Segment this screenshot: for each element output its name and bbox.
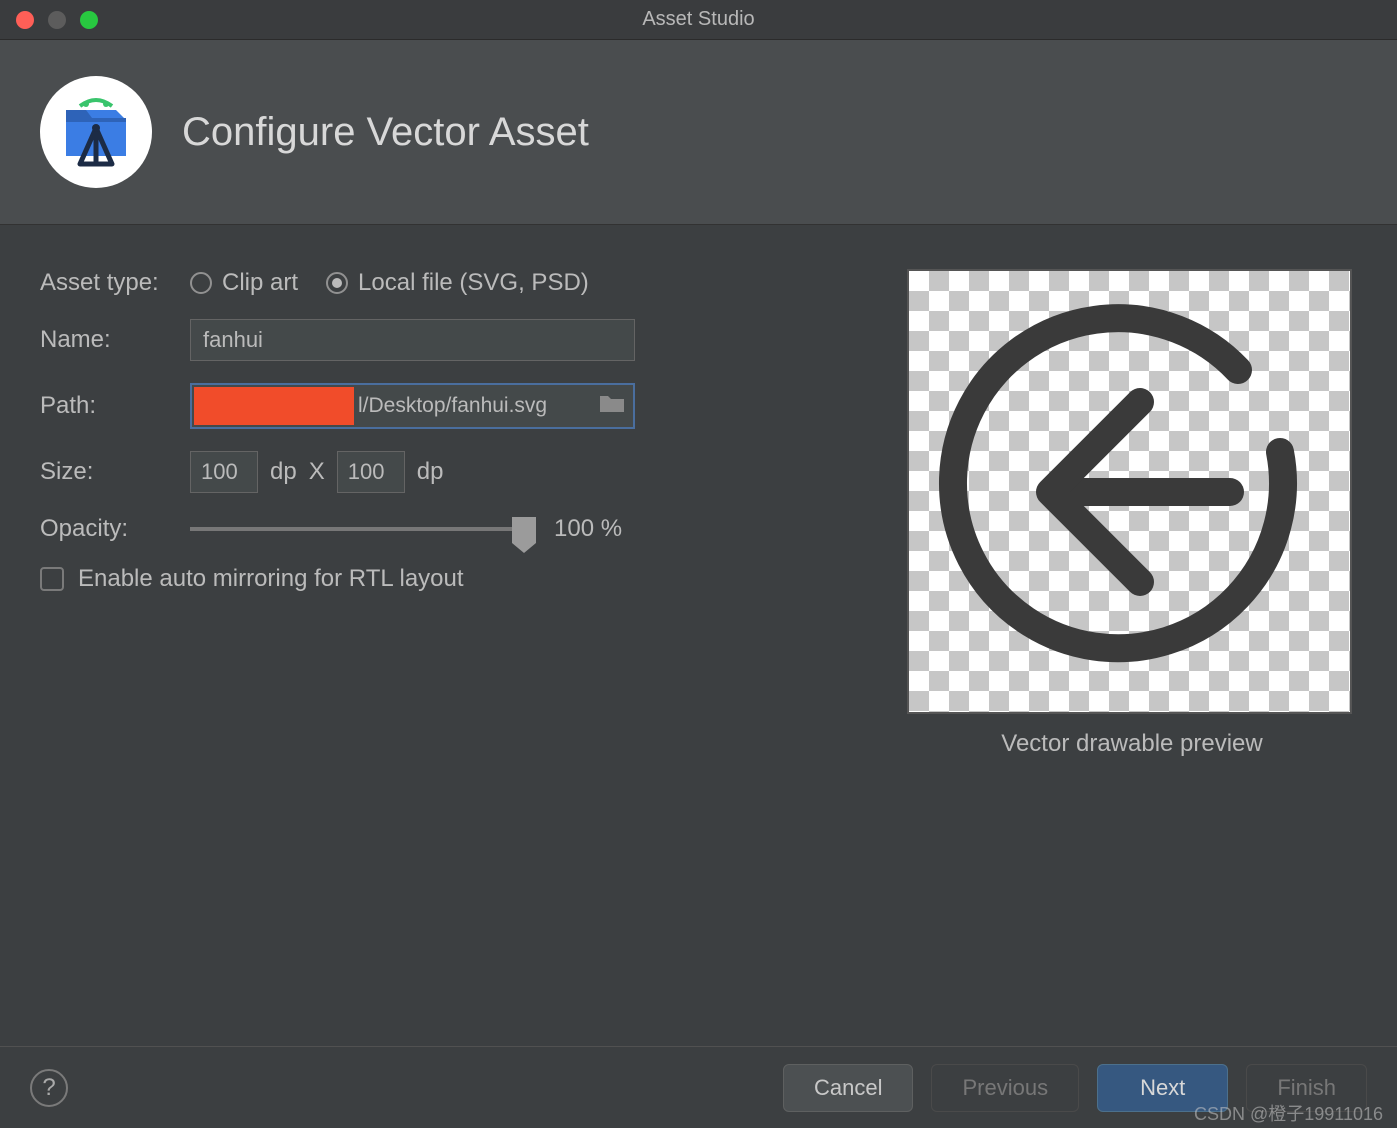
watermark: CSDN @橙子19911016 bbox=[1194, 1100, 1383, 1126]
size-unit-w: dp bbox=[270, 458, 297, 486]
opacity-value: 100 % bbox=[554, 515, 622, 543]
preview-caption: Vector drawable preview bbox=[907, 730, 1357, 758]
auto-mirror-checkbox[interactable] bbox=[40, 567, 64, 591]
size-sep: X bbox=[309, 458, 325, 486]
form-column: Asset type: Clip art Local file (SVG, PS… bbox=[40, 269, 857, 758]
opacity-slider[interactable] bbox=[190, 515, 530, 543]
content-area: Asset type: Clip art Local file (SVG, PS… bbox=[0, 225, 1397, 778]
opacity-label: Opacity: bbox=[40, 515, 190, 543]
help-button[interactable]: ? bbox=[30, 1069, 68, 1107]
name-input[interactable] bbox=[190, 319, 635, 361]
wizard-banner: Configure Vector Asset bbox=[0, 40, 1397, 225]
name-label: Name: bbox=[40, 326, 190, 354]
titlebar: Asset Studio bbox=[0, 0, 1397, 40]
slider-thumb-icon[interactable] bbox=[512, 517, 536, 543]
asset-type-label: Asset type: bbox=[40, 269, 190, 297]
previous-button[interactable]: Previous bbox=[931, 1064, 1079, 1112]
path-input[interactable]: l/Desktop/fanhui.svg bbox=[190, 383, 635, 429]
path-visible-text: l/Desktop/fanhui.svg bbox=[354, 394, 599, 418]
size-height-input[interactable] bbox=[337, 451, 405, 493]
radio-clip-art[interactable]: Clip art bbox=[190, 269, 298, 297]
slider-track bbox=[190, 527, 530, 531]
size-width-input[interactable] bbox=[190, 451, 258, 493]
radio-icon bbox=[326, 272, 348, 294]
back-arrow-circle-icon bbox=[930, 292, 1330, 692]
radio-local-file-label: Local file (SVG, PSD) bbox=[358, 269, 589, 297]
radio-clip-art-label: Clip art bbox=[222, 269, 298, 297]
wizard-footer: ? Cancel Previous Next Finish bbox=[0, 1046, 1397, 1128]
cancel-button[interactable]: Cancel bbox=[783, 1064, 913, 1112]
browse-folder-icon[interactable] bbox=[599, 392, 625, 420]
window-title: Asset Studio bbox=[0, 8, 1397, 31]
preview-column: Vector drawable preview bbox=[907, 269, 1357, 758]
path-label: Path: bbox=[40, 392, 190, 420]
page-title: Configure Vector Asset bbox=[182, 110, 589, 155]
radio-icon bbox=[190, 272, 212, 294]
radio-local-file[interactable]: Local file (SVG, PSD) bbox=[326, 269, 589, 297]
size-label: Size: bbox=[40, 458, 190, 486]
asset-studio-icon bbox=[40, 76, 152, 188]
help-icon: ? bbox=[42, 1074, 55, 1102]
path-redacted-block bbox=[194, 387, 354, 425]
size-unit-h: dp bbox=[417, 458, 444, 486]
vector-preview bbox=[907, 269, 1352, 714]
auto-mirror-label: Enable auto mirroring for RTL layout bbox=[78, 565, 464, 593]
